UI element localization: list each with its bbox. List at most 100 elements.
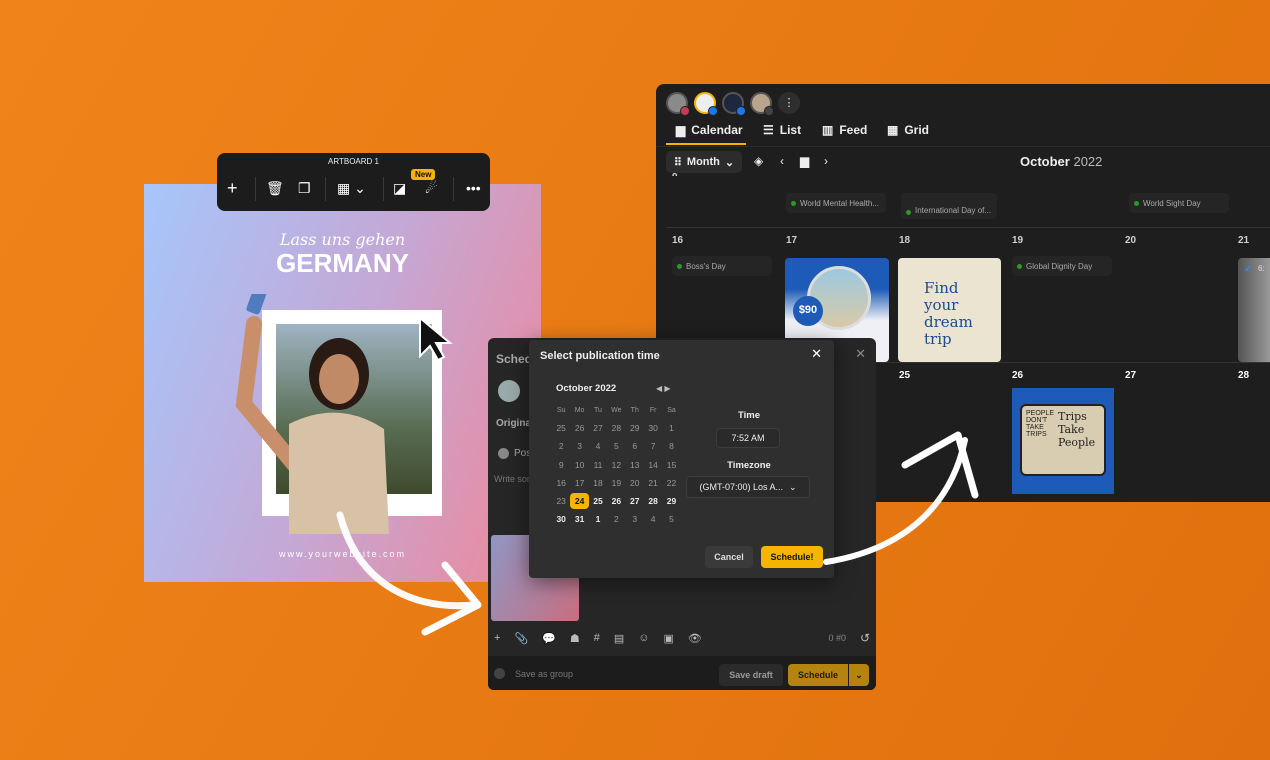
more-icon[interactable]: •••	[466, 180, 481, 196]
calendar-day[interactable]: 1	[589, 514, 607, 524]
calendar-day[interactable]: 25	[552, 423, 570, 433]
event-chip[interactable]: International Day of...	[901, 193, 997, 219]
calendar-day[interactable]: 29	[662, 496, 680, 506]
tab-list[interactable]: ☰ List	[763, 123, 801, 137]
save-as-group-toggle[interactable]: Save as group	[494, 668, 573, 679]
account-avatar[interactable]	[722, 92, 746, 116]
resize-icon[interactable]: ◪	[393, 180, 406, 196]
view-select[interactable]: ⠿ Month ⌄	[666, 151, 742, 173]
calendar-day[interactable]: 15	[662, 460, 680, 470]
account-avatar[interactable]	[694, 92, 718, 116]
artboard-canvas[interactable]: Lass uns gehen GERMANY www.yourwebsite.c…	[144, 184, 541, 582]
calendar-day[interactable]: 26	[570, 423, 588, 433]
calendar-day[interactable]: 8	[662, 441, 680, 451]
chevron-down-icon: ⌄	[788, 481, 797, 492]
schedule-options-chevron-icon[interactable]: ⌄	[849, 664, 869, 686]
timezone-select[interactable]: (GMT-07:00) Los A... ⌄	[686, 476, 810, 498]
calendar-day[interactable]: 31	[570, 514, 588, 524]
calendar-day[interactable]: 30	[552, 514, 570, 524]
calendar-day[interactable]: 21	[644, 478, 662, 488]
calendar-day[interactable]: 19	[607, 478, 625, 488]
prev-month-button[interactable]: ‹	[780, 154, 784, 168]
calendar-day[interactable]: 22	[662, 478, 680, 488]
calendar-day[interactable]: 23	[552, 496, 570, 506]
add-icon[interactable]: +	[227, 179, 238, 197]
date-picker-icon[interactable]: ▆	[800, 154, 809, 168]
calendar-day[interactable]: 16	[552, 478, 570, 488]
calendar-day[interactable]: 7	[644, 441, 662, 451]
calendar-day[interactable]: 12	[607, 460, 625, 470]
save-draft-button[interactable]: Save draft	[719, 664, 783, 686]
woman-selfie-image	[235, 294, 389, 534]
calendar-day[interactable]: 4	[589, 441, 607, 451]
toolbar-title: ARTBOARD 1	[328, 157, 379, 166]
calendar-day[interactable]: 20	[626, 478, 644, 488]
calendar-day[interactable]: 6	[626, 441, 644, 451]
media-icon[interactable]: ▣	[663, 632, 673, 645]
calendar-day[interactable]: 26	[607, 496, 625, 506]
calendar-day[interactable]: 28	[644, 496, 662, 506]
calendar-day[interactable]: 2	[552, 441, 570, 451]
account-avatar[interactable]	[750, 92, 774, 116]
calendar-day[interactable]: 25	[589, 496, 607, 506]
preview-icon[interactable]: 👁	[688, 632, 702, 645]
next-month-button[interactable]: ›	[824, 154, 828, 168]
calendar-day[interactable]: 18	[589, 478, 607, 488]
calendar-day[interactable]: 11	[589, 460, 607, 470]
calendar-day[interactable]: 30	[644, 423, 662, 433]
calendar-day[interactable]: 2	[607, 514, 625, 524]
background-icon[interactable]: ▦ ⌄	[337, 180, 366, 196]
close-icon[interactable]: ✕	[855, 346, 866, 362]
add-icon[interactable]: +	[494, 632, 500, 645]
today-icon[interactable]: ◈	[754, 154, 763, 168]
calendar-day[interactable]: 14	[644, 460, 662, 470]
month-nav-arrows[interactable]: ◀ ▶	[656, 384, 671, 393]
calendar-day[interactable]: 28	[607, 423, 625, 433]
calendar-day[interactable]: 5	[662, 514, 680, 524]
event-chip[interactable]: World Mental Health...	[786, 193, 886, 213]
account-avatar[interactable]	[666, 92, 690, 116]
calendar-day[interactable]: 9	[552, 460, 570, 470]
calendar-day[interactable]: 10	[570, 460, 588, 470]
duplicate-icon[interactable]: ❐	[298, 180, 311, 196]
time-input[interactable]: 7:52 AM	[716, 428, 780, 448]
calendar-day[interactable]: 3	[626, 514, 644, 524]
calendar-day[interactable]: 17	[570, 478, 588, 488]
scheduled-post-thumbnail[interactable]: PEOPLE DON'T TAKE TRIPS Trips Take Peopl…	[1012, 388, 1114, 494]
event-chip[interactable]: Global Dignity Day	[1012, 256, 1112, 276]
schedule-button[interactable]: Schedule	[788, 664, 848, 686]
account-avatar[interactable]	[498, 380, 520, 402]
emoji-icon[interactable]: ☺	[638, 632, 649, 645]
magic-icon[interactable]: ☄	[425, 180, 438, 196]
event-chip[interactable]: Boss's Day	[672, 256, 772, 276]
tab-calendar[interactable]: ▆ Calendar	[676, 123, 743, 137]
week-divider	[666, 227, 1270, 228]
artboard-headline: GERMANY	[276, 248, 409, 278]
event-chip[interactable]: World Sight Day	[1129, 193, 1229, 213]
tab-grid[interactable]: ▦ Grid	[887, 123, 929, 137]
scheduled-post-thumbnail[interactable]: Find your dream trip	[898, 258, 1001, 362]
trash-icon[interactable]: 🗑	[266, 180, 284, 196]
undo-icon[interactable]: ↺	[860, 631, 870, 645]
attach-icon[interactable]: 📎	[514, 632, 528, 645]
hashtag-icon[interactable]: #	[594, 632, 600, 645]
calendar-day[interactable]: 13	[626, 460, 644, 470]
calendar-day[interactable]: 4	[644, 514, 662, 524]
notes-icon[interactable]: ▤	[614, 632, 624, 645]
more-accounts-icon[interactable]: ⋮	[778, 92, 800, 114]
calendar-day[interactable]: 1	[662, 423, 680, 433]
calendar-day[interactable]: 5	[607, 441, 625, 451]
tab-feed[interactable]: ▥ Feed	[822, 123, 867, 137]
calendar-day[interactable]: 27	[626, 496, 644, 506]
artboard-script-text: Lass uns gehen	[279, 230, 406, 249]
calendar-day[interactable]: 29	[626, 423, 644, 433]
comments-icon[interactable]: 💬	[542, 632, 556, 645]
cancel-button[interactable]: Cancel	[705, 546, 753, 568]
calendar-day[interactable]: 24	[570, 493, 589, 510]
calendar-day[interactable]: 27	[589, 423, 607, 433]
close-icon[interactable]: ✕	[811, 346, 822, 362]
ai-icon[interactable]: ☗	[570, 632, 580, 645]
calendar-day[interactable]: 3	[570, 441, 588, 451]
schedule-confirm-button[interactable]: Schedule!	[761, 546, 823, 568]
scheduled-post-thumbnail[interactable]: ✔ 6:	[1238, 258, 1270, 362]
